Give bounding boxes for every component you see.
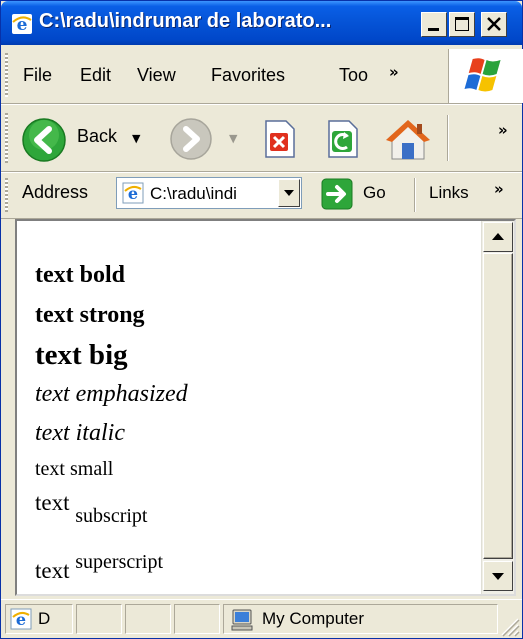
text-bold: text bold [35, 262, 125, 288]
menu-edit[interactable]: Edit [80, 65, 111, 86]
zone-label: My Computer [262, 609, 365, 628]
forward-dropdown-icon[interactable]: ▼ [229, 132, 237, 145]
status-main-panel: e D [5, 604, 73, 634]
refresh-icon[interactable] [323, 119, 361, 159]
windows-logo [448, 49, 523, 103]
menu-favorites[interactable]: Favorites [211, 65, 285, 86]
status-zone-panel: My Computer [223, 604, 498, 634]
toolbar-separator [447, 115, 448, 161]
minimize-icon [428, 28, 439, 31]
minimize-button[interactable] [421, 12, 447, 37]
menu-view[interactable]: View [137, 65, 176, 86]
back-arrow-icon[interactable] [21, 117, 67, 163]
scroll-down-button[interactable] [483, 561, 513, 591]
close-icon [487, 17, 501, 31]
browser-window: e C:\radu\indrumar de laborato... File E… [0, 0, 523, 639]
resize-grip-icon[interactable] [496, 613, 520, 637]
go-arrow-icon[interactable] [321, 178, 353, 210]
text-strong: text strong [35, 302, 145, 328]
arrow-down-icon [492, 573, 504, 580]
title-bar[interactable]: e C:\radu\indrumar de laborato... [1, 1, 522, 45]
text-superscript-line: text superscript [35, 542, 188, 591]
links-label[interactable]: Links [429, 183, 469, 203]
page-icon: e [122, 182, 144, 204]
ie-logo-icon: e [12, 14, 32, 35]
document-body: text bold text strong text big text emph… [35, 255, 188, 591]
close-button[interactable] [481, 12, 507, 37]
text-italic: text italic [35, 420, 125, 446]
superscript-prefix: text [35, 558, 70, 583]
page-status-icon: e [10, 608, 32, 630]
links-overflow-chevron[interactable]: » [494, 180, 504, 198]
home-icon[interactable] [384, 115, 432, 163]
toolbar-overflow-chevron[interactable]: » [498, 121, 508, 139]
subscript-prefix: text [35, 490, 70, 515]
menu-file[interactable]: File [23, 65, 52, 86]
standard-toolbar: Back ▼ ▼ » [1, 105, 522, 172]
arrow-up-icon [492, 233, 504, 240]
menu-tools[interactable]: Too [339, 65, 368, 86]
address-value: C:\radu\indi [150, 184, 237, 203]
page-content: text bold text strong text big text emph… [15, 219, 516, 596]
back-dropdown-icon[interactable]: ▼ [132, 132, 140, 145]
go-button-label[interactable]: Go [363, 183, 386, 203]
my-computer-icon [231, 609, 253, 631]
windows-flag-icon [464, 58, 501, 92]
stop-icon[interactable] [260, 119, 298, 159]
back-button-label[interactable]: Back [77, 126, 117, 147]
maximize-button[interactable] [449, 12, 475, 37]
scroll-thumb[interactable] [483, 253, 513, 559]
chevron-down-icon [284, 190, 294, 196]
address-bar: Address e C:\radu\indi Go Links » [1, 172, 522, 219]
text-small: text small [35, 458, 114, 480]
superscript-text: superscript [75, 551, 164, 573]
text-subscript-line: text subscript [35, 485, 188, 534]
address-grip[interactable] [5, 178, 8, 212]
window-title: C:\radu\indrumar de laborato... [39, 10, 332, 32]
text-emphasized: text emphasized [35, 381, 188, 407]
status-panel-2 [76, 604, 122, 634]
menu-overflow-chevron[interactable]: » [389, 63, 399, 81]
status-text: D [38, 609, 51, 628]
scroll-up-button[interactable] [483, 222, 513, 252]
menu-bar: File Edit View Favorites Too » [1, 45, 522, 104]
vertical-scrollbar[interactable] [481, 221, 514, 594]
address-dropdown-button[interactable] [278, 179, 300, 207]
status-panel-3 [125, 604, 171, 634]
address-separator [414, 178, 415, 212]
maximize-icon [455, 17, 469, 31]
address-label: Address [22, 182, 89, 202]
forward-arrow-icon[interactable] [169, 117, 213, 161]
address-input[interactable]: e C:\radu\indi [116, 177, 302, 209]
text-big: text big [35, 339, 128, 371]
status-bar: e D My Computer [1, 599, 522, 639]
menu-grip[interactable] [5, 53, 8, 97]
toolbar-grip[interactable] [5, 113, 8, 163]
subscript-text: subscript [75, 505, 148, 527]
status-panel-4 [174, 604, 220, 634]
